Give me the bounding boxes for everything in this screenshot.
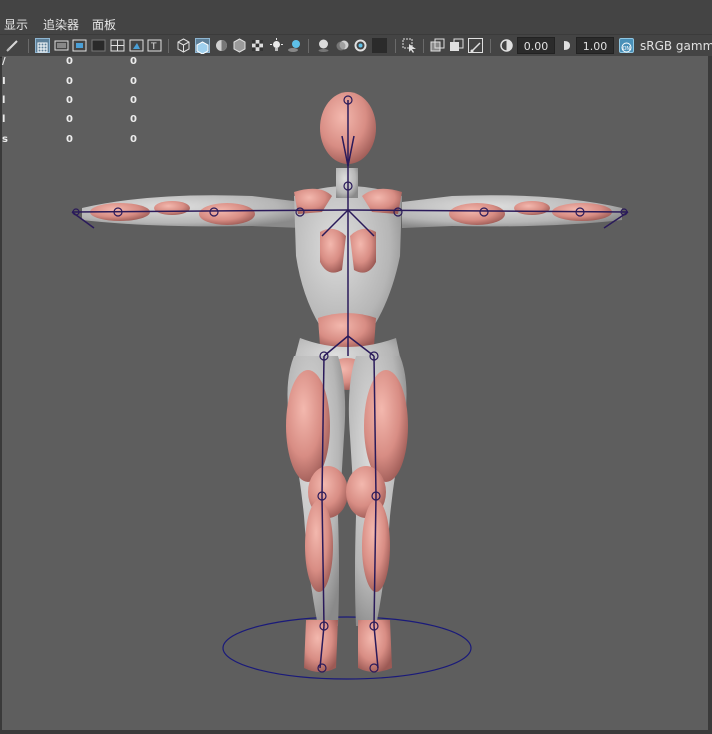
smooth-shade-icon[interactable] xyxy=(195,38,210,55)
xray-active-icon[interactable] xyxy=(449,38,464,53)
brush-icon[interactable] xyxy=(5,38,20,53)
toolbar-separator xyxy=(395,39,396,53)
menu-show[interactable]: 显示 xyxy=(4,16,28,33)
resolution-gate-icon[interactable] xyxy=(72,38,87,53)
character-scene xyxy=(71,92,629,680)
svg-text:ON: ON xyxy=(623,46,631,52)
exposure-icon[interactable] xyxy=(499,38,514,53)
menu-renderer[interactable]: 追染器 xyxy=(43,16,79,33)
character-mesh xyxy=(82,92,622,672)
panel-border xyxy=(0,730,712,734)
textured-icon[interactable] xyxy=(232,38,247,53)
shadows-icon[interactable] xyxy=(287,38,302,53)
color-management-icon[interactable]: ON xyxy=(619,38,634,53)
xray-icon[interactable] xyxy=(430,38,445,53)
isolate-select-icon[interactable] xyxy=(402,38,417,53)
toolbar-separator xyxy=(490,39,491,53)
depth-of-field-icon[interactable] xyxy=(372,38,387,53)
toolbar-separator xyxy=(308,39,309,53)
ground-circle-control xyxy=(222,616,472,680)
grid-icon[interactable] xyxy=(35,38,50,53)
panel-border xyxy=(708,56,712,734)
ambient-occlusion-icon[interactable] xyxy=(316,38,331,53)
film-gate-icon[interactable] xyxy=(54,38,69,53)
viewport-3d[interactable]: / 0 0 I 0 0 l 0 0 l 0 0 s 0 0 xyxy=(2,56,708,730)
panel-toolbar: T 0.00 1.00 ON sRGB gamm xyxy=(0,34,712,58)
gamma-field[interactable]: 1.00 xyxy=(576,37,614,54)
color-space-label[interactable]: sRGB gamm xyxy=(640,37,712,55)
svg-text:T: T xyxy=(150,42,157,52)
exposure-field[interactable]: 0.00 xyxy=(517,37,555,54)
title-strip xyxy=(0,0,712,15)
toolbar-separator xyxy=(168,39,169,53)
wireframe-cube-icon[interactable] xyxy=(176,38,191,53)
gamma-icon[interactable] xyxy=(560,38,575,53)
safe-title-icon[interactable]: T xyxy=(147,38,162,53)
panel-menubar: 显示 追染器 面板 xyxy=(0,14,712,34)
lights-icon[interactable] xyxy=(269,38,284,53)
field-chart-icon[interactable] xyxy=(110,38,125,53)
gate-mask-icon[interactable] xyxy=(91,38,106,53)
menu-panels[interactable]: 面板 xyxy=(92,16,116,33)
toolbar-separator xyxy=(423,39,424,53)
xray-joints-icon[interactable] xyxy=(468,38,483,53)
safe-action-icon[interactable] xyxy=(129,38,144,53)
checker-icon[interactable] xyxy=(250,38,265,53)
default-material-icon[interactable] xyxy=(214,38,229,53)
antialias-icon[interactable] xyxy=(353,38,368,53)
toolbar-separator xyxy=(28,39,29,53)
motion-blur-icon[interactable] xyxy=(335,38,350,53)
